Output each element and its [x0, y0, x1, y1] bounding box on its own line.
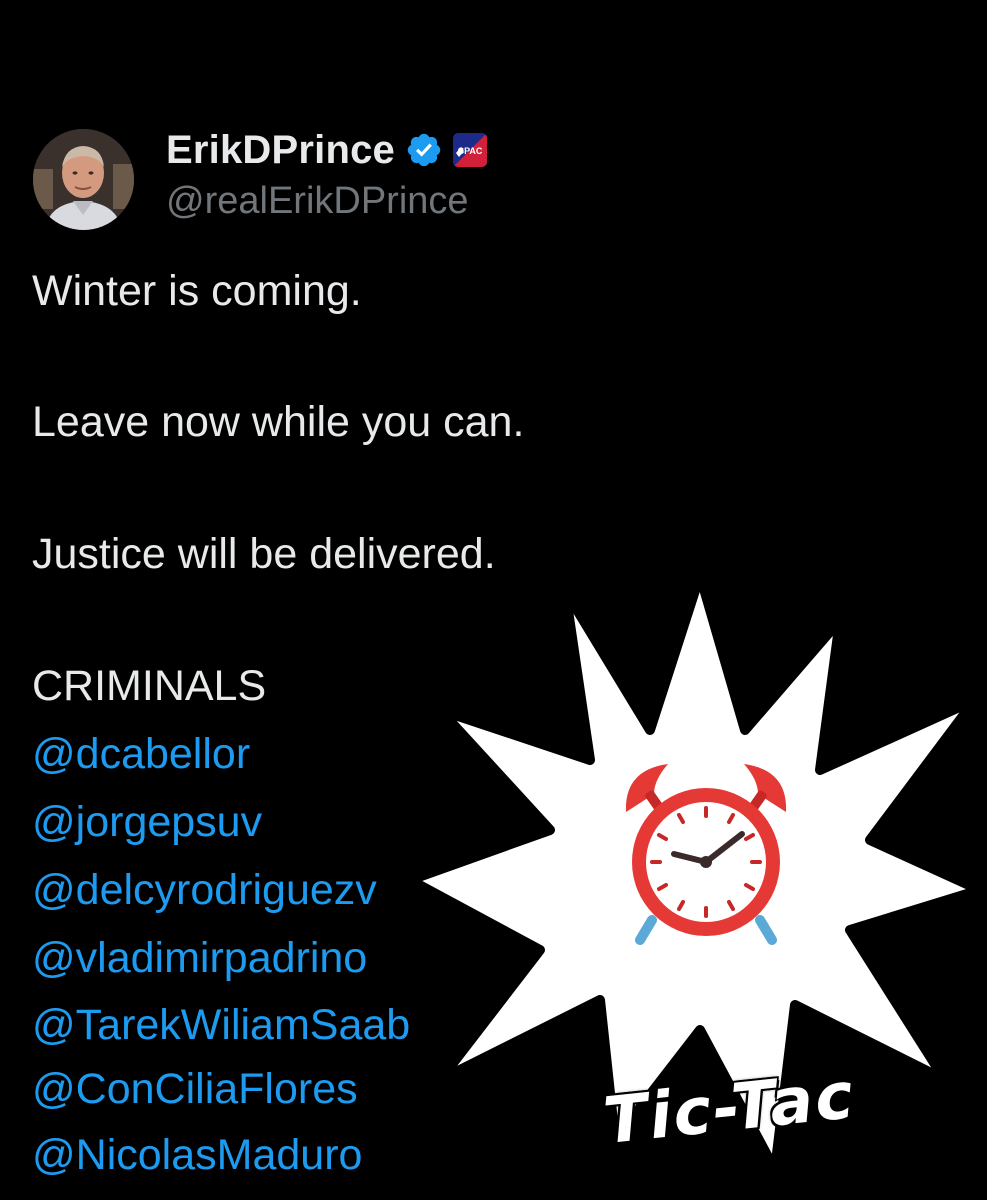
tweet-line-2: Leave now while you can. — [32, 398, 525, 446]
mention-link[interactable]: @TarekWiliamSaab — [32, 1004, 410, 1047]
cpac-badge-label: CPAC — [458, 146, 483, 156]
mention-link[interactable]: @delcyrodriguezv — [32, 869, 377, 912]
mention-link[interactable]: @ConCiliaFlores — [32, 1068, 358, 1111]
tweet-line-1: Winter is coming. — [32, 267, 362, 315]
tweet-line-4: CRIMINALS — [32, 662, 267, 710]
author-name-row: ErikDPrince CPAC — [166, 124, 487, 176]
verified-badge-icon[interactable] — [405, 131, 443, 169]
author-handle[interactable]: @realErikDPrince — [166, 180, 469, 223]
avatar[interactable] — [33, 129, 134, 230]
mention-link[interactable]: @vladimirpadrino — [32, 937, 367, 980]
mention-link[interactable]: @NicolasMaduro — [32, 1134, 362, 1177]
cpac-affiliation-icon[interactable]: CPAC — [452, 133, 487, 167]
avatar-photo-icon — [33, 129, 134, 230]
alarm-clock-icon — [625, 764, 787, 945]
mention-link[interactable]: @jorgepsuv — [32, 801, 262, 844]
mention-link[interactable]: @dcabellor — [32, 733, 250, 776]
tweet-card: ErikDPrince CPAC @realErikDPrince Winter… — [0, 0, 987, 1200]
author-display-name[interactable]: ErikDPrince — [166, 128, 395, 173]
